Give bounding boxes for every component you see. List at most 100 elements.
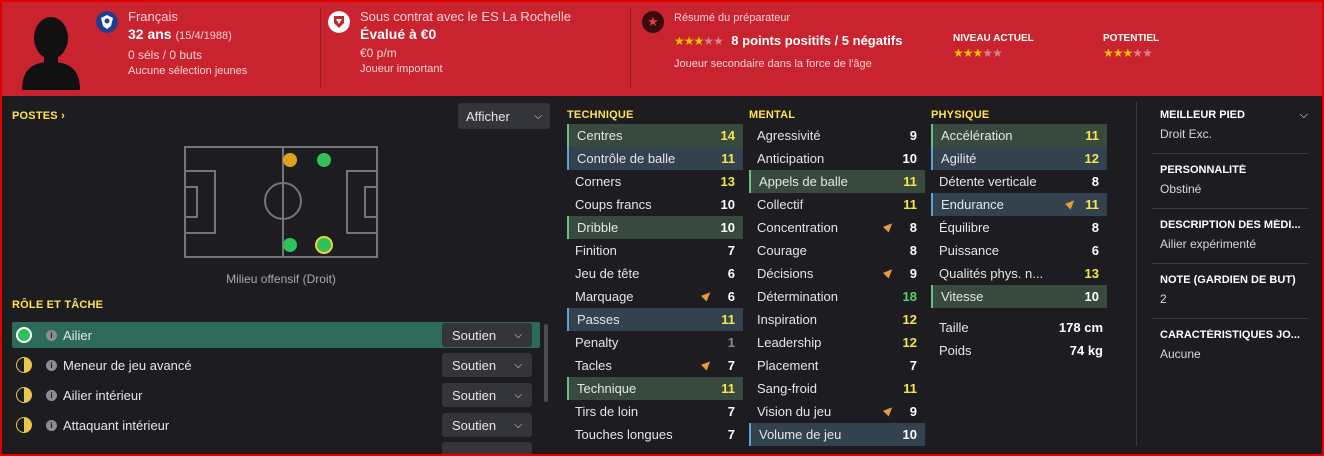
attribute-value: 11 [721, 312, 735, 327]
attribute-value: 11 [903, 197, 917, 212]
duty-dropdown[interactable]: Soutien ⌵ [442, 413, 532, 437]
positions-title[interactable]: POSTES › [12, 110, 65, 122]
attribute-row[interactable]: Leadership 12 [749, 331, 925, 354]
role-row[interactable]: i Meneur de jeu avancé Soutien ⌵ [12, 352, 540, 378]
attribute-row[interactable]: Marquage 6 [567, 285, 743, 308]
scout-report-block: ★ Résumé du préparateur ★★★★★ 8 points p… [642, 2, 1322, 96]
attribute-name: Équilibre [939, 220, 990, 235]
chevron-down-icon[interactable]: ⌵ [1300, 109, 1308, 122]
role-row[interactable]: i Attaquant intérieur Soutien ⌵ [12, 412, 540, 438]
attribute-row[interactable]: Vision du jeu 9 [749, 400, 925, 423]
info-icon[interactable]: i [46, 419, 57, 431]
attribute-row[interactable]: Centres 14 [567, 124, 743, 147]
attribute-row[interactable]: Collectif 11 [749, 193, 925, 216]
attribute-row[interactable]: Agilité 12 [931, 147, 1107, 170]
attribute-name: Détermination [757, 289, 838, 304]
role-name: Meneur de jeu avancé [63, 357, 192, 373]
attribute-name: Placement [757, 358, 819, 373]
squad-status: Joueur important [360, 63, 443, 75]
attribute-row[interactable]: Qualités phys. n... 13 [931, 262, 1107, 285]
potential-ability-label: POTENTIEL [1103, 33, 1160, 44]
personality-block: PERSONNALITÉ Obstiné [1160, 164, 1308, 196]
player-traits-block: CARACTÉRISTIQUES JO... Aucune [1160, 329, 1308, 361]
attribute-name: Contrôle de balle [577, 151, 676, 166]
contract-status[interactable]: Sous contrat avec le ES La Rochelle [360, 9, 571, 25]
player-traits-title: CARACTÉRISTIQUES JO... [1160, 329, 1300, 341]
attribute-row[interactable]: Passes 11 [567, 308, 743, 331]
attribute-name: Coups francs [575, 197, 652, 212]
personality-title: PERSONNALITÉ [1160, 164, 1247, 176]
attribute-name: Courage [757, 243, 807, 258]
current-ability-label: NIVEAU ACTUEL [953, 33, 1034, 44]
potential-ability: POTENTIEL ★★★★★ [1103, 33, 1159, 62]
attribute-row[interactable]: Concentration 8 [749, 216, 925, 239]
chevron-down-icon: ⌵ [514, 329, 522, 341]
attribute-row[interactable]: Puissance 6 [931, 239, 1107, 262]
attribute-row[interactable]: Tacles 7 [567, 354, 743, 377]
show-button[interactable]: Afficher ⌵ [458, 103, 550, 129]
nationality-block: Français 32 ans (15/4/1988) 0 séls / 0 b… [96, 2, 318, 96]
attribute-name: Volume de jeu [759, 427, 842, 442]
preferred-foot-title: MEILLEUR PIED [1160, 109, 1245, 121]
attribute-row[interactable]: Accélération 11 [931, 124, 1107, 147]
info-icon[interactable]: i [46, 329, 57, 341]
attribute-row[interactable]: Corners 13 [567, 170, 743, 193]
role-suitability-icon [16, 387, 32, 403]
attribute-row[interactable]: Penalty 1 [567, 331, 743, 354]
attribute-value: 10 [720, 220, 735, 235]
info-icon[interactable]: i [46, 359, 57, 371]
role-suitability-icon [16, 327, 32, 343]
attribute-row[interactable]: Tirs de loin 7 [567, 400, 743, 423]
attribute-row[interactable]: Endurance 11 [931, 193, 1107, 216]
attribute-name: Détente verticale [939, 174, 1037, 189]
attribute-value: 12 [1084, 151, 1099, 166]
attribute-row[interactable]: Placement 7 [749, 354, 925, 377]
attribute-row[interactable]: Agressivité 9 [749, 124, 925, 147]
weight-label: Poids [939, 343, 972, 358]
attribute-row[interactable]: Finition 7 [567, 239, 743, 262]
attribute-row[interactable]: Inspiration 12 [749, 308, 925, 331]
goalkeeper-rating-block: NOTE (GARDIEN DE BUT) 2 [1160, 274, 1308, 306]
star-icon: ★ [693, 34, 705, 48]
age: 32 ans [128, 26, 172, 42]
player-silhouette-icon [22, 17, 80, 90]
attribute-row[interactable]: Équilibre 8 [931, 216, 1107, 239]
info-icon[interactable]: i [46, 389, 57, 401]
duty-dropdown[interactable]: Soutien ⌵ [442, 353, 532, 377]
attribute-name: Concentration [757, 220, 838, 235]
duty-dropdown[interactable]: Soutien ⌵ [442, 383, 532, 407]
attribute-name: Finition [575, 243, 617, 258]
role-row[interactable]: i Ailier Soutien ⌵ [12, 322, 540, 348]
trend-up-arrow-icon [700, 289, 714, 302]
trend-up-arrow-icon [882, 266, 896, 279]
attribute-row[interactable]: Détente verticale 8 [931, 170, 1107, 193]
attribute-value: 9 [909, 404, 917, 419]
preferred-foot-block[interactable]: MEILLEUR PIED Droit Exc. ⌵ [1160, 109, 1308, 141]
attribute-value: 7 [727, 404, 735, 419]
attribute-row[interactable]: Sang-froid 11 [749, 377, 925, 400]
attribute-row[interactable]: Courage 8 [749, 239, 925, 262]
wage: €0 p/m [360, 46, 397, 60]
star-icon: ★ [1103, 46, 1114, 60]
role-row[interactable]: i Ailier intérieur Soutien ⌵ [12, 382, 540, 408]
attribute-value: 9 [909, 128, 917, 143]
attribute-row[interactable]: Détermination 18 [749, 285, 925, 308]
attribute-row[interactable]: Coups francs 10 [567, 193, 743, 216]
attribute-row[interactable]: Volume de jeu 10 [749, 423, 925, 446]
attribute-row[interactable]: Appels de balle 11 [749, 170, 925, 193]
attribute-row[interactable]: Dribble 10 [567, 216, 743, 239]
attribute-value: 11 [1085, 128, 1099, 143]
attribute-row[interactable]: Contrôle de balle 11 [567, 147, 743, 170]
duty-dropdown-partial[interactable] [442, 442, 532, 454]
attribute-row[interactable]: Décisions 9 [749, 262, 925, 285]
roles-scrollbar[interactable] [544, 324, 548, 402]
attribute-row[interactable]: Touches longues 7 [567, 423, 743, 446]
trend-up-arrow-icon [882, 220, 896, 233]
attribute-row[interactable]: Anticipation 10 [749, 147, 925, 170]
position-dot-am-center [283, 153, 297, 167]
attribute-row[interactable]: Jeu de tête 6 [567, 262, 743, 285]
duty-dropdown[interactable]: Soutien ⌵ [442, 323, 532, 347]
attribute-row[interactable]: Technique 11 [567, 377, 743, 400]
attribute-row[interactable]: Vitesse 10 [931, 285, 1107, 308]
media-description-title: DESCRIPTION DES MÉDI... [1160, 219, 1301, 231]
